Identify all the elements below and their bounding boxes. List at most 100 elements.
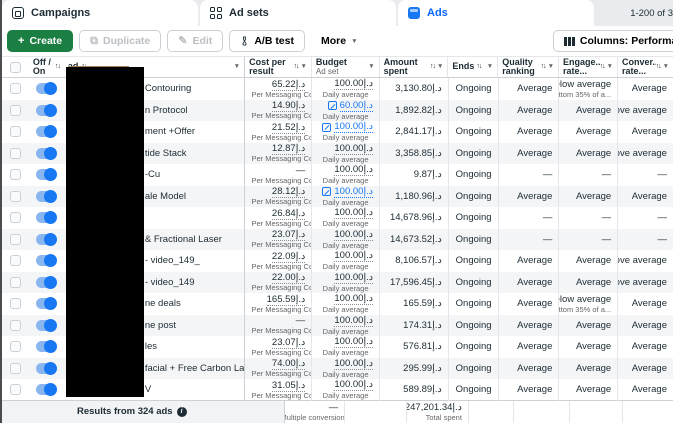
caret-icon[interactable]: ▼	[607, 63, 613, 71]
ad-on-off-toggle[interactable]	[29, 250, 64, 272]
tab-ads[interactable]: Ads	[398, 0, 594, 26]
ad-on-off-toggle[interactable]	[29, 379, 64, 401]
caret-icon[interactable]: ▼	[368, 63, 374, 71]
caret-icon[interactable]: ▼	[548, 63, 554, 71]
cost-per-result-cell[interactable]: 65.22د.إPer Messaging Conv...	[244, 78, 311, 100]
budget-cell[interactable]: 100.00د.إ Daily average	[311, 228, 379, 250]
column-header-amount-spent[interactable]: Amount spent ↑↓ ▼	[378, 57, 448, 77]
ad-on-off-toggle[interactable]	[29, 272, 64, 294]
column-header-engagement-rate[interactable]: Engage... rate... ↑↓ ▼	[558, 57, 617, 77]
cost-per-result-cell[interactable]: 22.09د.إPer Messaging Conv...	[244, 250, 311, 272]
row-checkbox[interactable]	[2, 229, 29, 251]
row-checkbox[interactable]	[2, 78, 29, 100]
row-checkbox[interactable]	[2, 207, 29, 229]
ad-on-off-toggle[interactable]	[29, 293, 64, 315]
cost-per-result-cell[interactable]: 28.12د.إPer Messaging Conv...	[244, 185, 311, 207]
columns-button[interactable]: Columns: Performance and	[553, 30, 673, 52]
cost-per-result-cell[interactable]: —Per Messaging Conve...	[244, 314, 311, 336]
edit-button[interactable]: ✎ Edit	[167, 30, 224, 52]
caret-icon[interactable]: ▼	[487, 63, 493, 71]
budget-cell[interactable]: 100.00د.إ Daily average	[311, 207, 379, 229]
row-checkbox[interactable]	[2, 272, 29, 294]
ad-on-off-toggle[interactable]	[29, 143, 64, 165]
caret-icon[interactable]: ▼	[437, 63, 443, 71]
conversion-rate-cell: Above average	[617, 250, 673, 272]
cost-per-result-cell[interactable]: 31.05د.إPer Messaging Conv...	[244, 379, 311, 401]
sort-icon[interactable]: ↑↓	[656, 63, 662, 70]
create-button[interactable]: + Create	[7, 30, 74, 52]
columns-button-label: Columns: Performance and	[579, 35, 673, 47]
info-icon[interactable]: i	[176, 406, 187, 417]
budget-cell[interactable]: 100.00د.إ Daily average	[311, 250, 379, 272]
column-header-off-on[interactable]: Off / On ↑↓	[29, 57, 64, 77]
ad-on-off-toggle[interactable]	[29, 100, 64, 122]
cost-per-result-cell[interactable]: 12.87د.إPer Messaging Conv...	[244, 142, 311, 164]
ad-on-off-toggle[interactable]	[29, 315, 64, 337]
caret-icon[interactable]: ▼	[663, 63, 669, 71]
caret-icon[interactable]: ▼	[300, 63, 306, 71]
row-checkbox[interactable]	[2, 336, 29, 358]
cost-per-result-cell[interactable]: 22.00د.إPer Messaging Conv...	[244, 271, 311, 293]
ab-test-button[interactable]: A/B test	[229, 30, 305, 52]
ad-sets-icon	[210, 7, 222, 19]
column-header-cost-per-result[interactable]: Cost per result ↑↓ ▼	[244, 57, 311, 77]
row-checkbox[interactable]	[2, 164, 29, 186]
budget-cell[interactable]: 100.00د.إ Daily average	[311, 185, 379, 207]
row-checkbox[interactable]	[2, 250, 29, 272]
ad-on-off-toggle[interactable]	[29, 78, 64, 100]
sort-icon[interactable]: ↑↓	[541, 63, 547, 70]
ad-on-off-toggle[interactable]	[29, 207, 64, 229]
more-button[interactable]: More ▼	[311, 30, 368, 52]
ad-on-off-toggle[interactable]	[29, 358, 64, 380]
row-checkbox[interactable]	[2, 143, 29, 165]
row-checkbox[interactable]	[2, 315, 29, 337]
tab-campaigns[interactable]: Campaigns	[2, 0, 198, 26]
conversion-rate-cell: Above average	[617, 99, 673, 121]
column-header-conversion-rate[interactable]: Conver... rate... ↑↓▼	[617, 57, 673, 77]
cost-per-result-cell[interactable]: 23.07د.إPer Messaging Conv...	[244, 228, 311, 250]
pagination: 1-200 of 3	[630, 7, 673, 19]
select-all-checkbox[interactable]	[2, 57, 29, 77]
budget-cell[interactable]: 100.00د.إ Daily average	[311, 379, 379, 401]
row-checkbox[interactable]	[2, 293, 29, 315]
budget-cell[interactable]: 100.00د.إ Daily average	[311, 314, 379, 336]
sort-icon[interactable]: ↑↓	[293, 63, 299, 70]
row-checkbox[interactable]	[2, 186, 29, 208]
ad-on-off-toggle[interactable]	[29, 229, 64, 251]
cost-per-result-cell[interactable]: 14.90د.إPer Messaging Conv...	[244, 99, 311, 121]
budget-cell[interactable]: 100.00د.إ Daily average	[311, 121, 379, 143]
column-header-ends[interactable]: Ends ↑↓ ▼	[447, 57, 497, 77]
budget-cell[interactable]: 100.00د.إ Daily average	[311, 336, 379, 358]
budget-cell[interactable]: 100.00د.إ Daily average	[311, 271, 379, 293]
sort-icon[interactable]: ↑↓	[476, 63, 482, 70]
budget-cell[interactable]: 100.00د.إ Daily average	[311, 78, 379, 100]
sort-icon[interactable]: ↑↓	[600, 63, 606, 70]
budget-cell[interactable]: 100.00د.إ Daily average	[311, 357, 379, 379]
budget-cell[interactable]: 100.00د.إ Daily average	[311, 293, 379, 315]
cost-per-result-cell[interactable]: 21.52د.إPer Messaging Conv...	[244, 121, 311, 143]
sort-icon[interactable]: ↑↓	[55, 63, 61, 70]
ad-on-off-toggle[interactable]	[29, 164, 64, 186]
ad-on-off-toggle[interactable]	[29, 336, 64, 358]
cost-per-result-cell[interactable]: 74.00د.إPer Messaging Conv...	[244, 357, 311, 379]
row-checkbox[interactable]	[2, 100, 29, 122]
budget-cell[interactable]: 100.00د.إ Daily average	[311, 164, 379, 186]
cost-per-result-cell[interactable]: 26.84د.إPer Messaging Conv...	[244, 207, 311, 229]
duplicate-button[interactable]: ⧉ Duplicate	[79, 30, 162, 52]
column-header-quality-ranking[interactable]: Quality ranking ↑↓ ▼	[497, 57, 558, 77]
caret-icon[interactable]: ▼	[234, 63, 240, 71]
cost-per-result-cell[interactable]: —Per Messaging Conve...	[244, 164, 311, 186]
column-header-budget[interactable]: Budget Ad set ▼	[310, 57, 379, 77]
tab-ad-sets[interactable]: Ad sets	[200, 0, 396, 26]
cost-per-result-cell[interactable]: 23.07د.إPer Messaging Conv...	[244, 336, 311, 358]
row-checkbox[interactable]	[2, 358, 29, 380]
ad-on-off-toggle[interactable]	[29, 121, 64, 143]
row-checkbox[interactable]	[2, 379, 29, 401]
budget-cell[interactable]: 100.00د.إ Daily average	[311, 142, 379, 164]
row-checkbox[interactable]	[2, 121, 29, 143]
sort-icon[interactable]: ↑↓	[430, 63, 436, 70]
budget-cell[interactable]: 60.00د.إ Daily average	[311, 99, 379, 121]
ends-cell: Ongoing	[447, 271, 498, 293]
cost-per-result-cell[interactable]: 165.59د.إPer Messaging Conv...	[244, 293, 311, 315]
ad-on-off-toggle[interactable]	[29, 186, 64, 208]
